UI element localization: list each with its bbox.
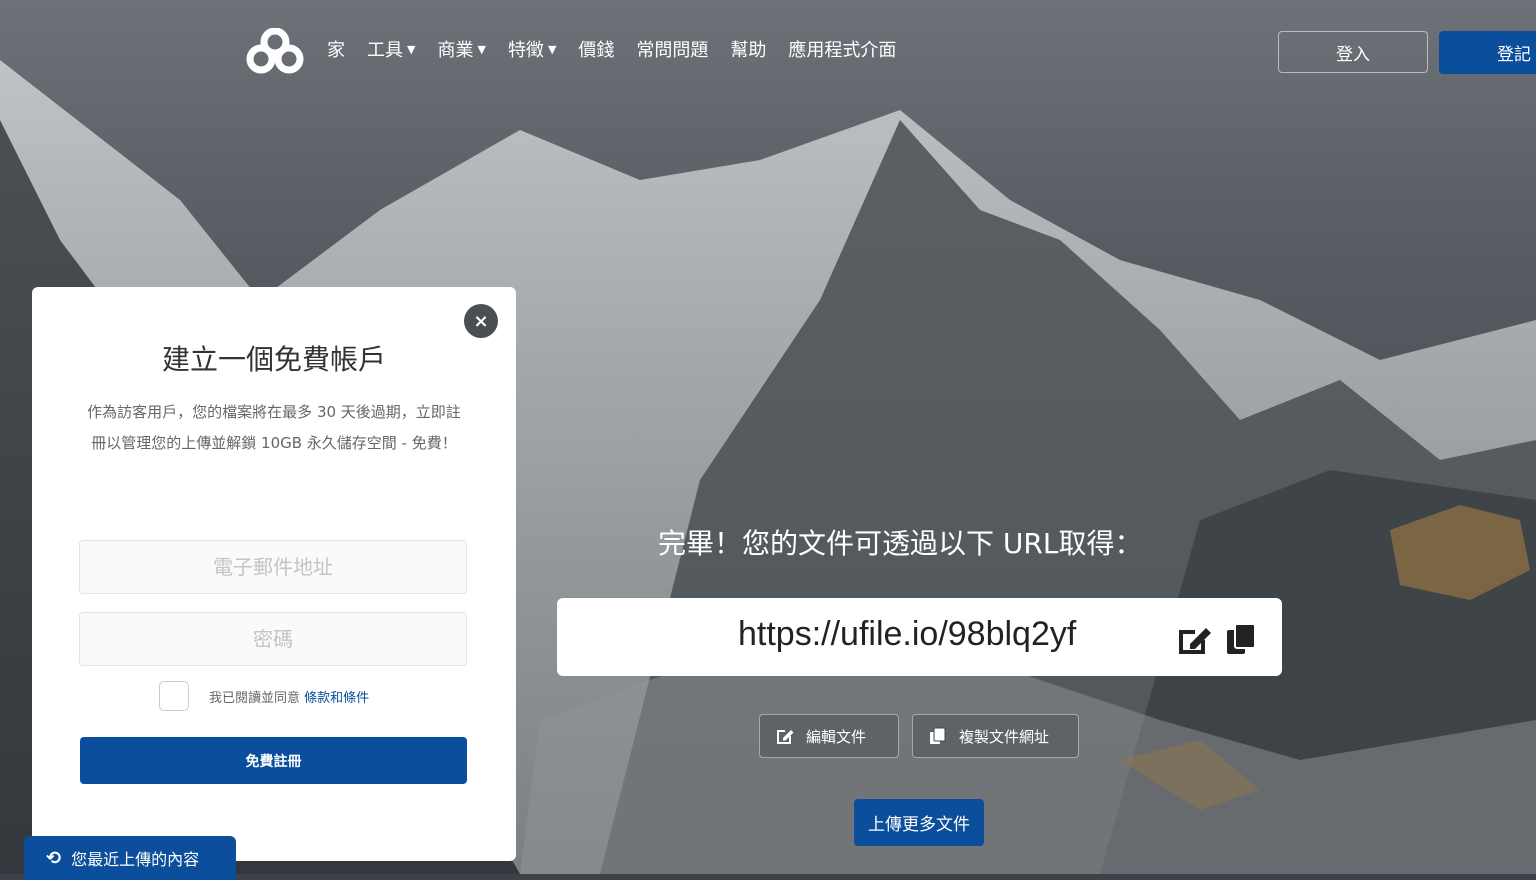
email-field[interactable] bbox=[79, 540, 467, 594]
nav-item-label: 商業 bbox=[437, 40, 474, 61]
nav-item-label: 特徵 bbox=[507, 40, 544, 61]
nav-item-7[interactable]: 應用程式介面 bbox=[788, 36, 896, 62]
main-menu: 家工具 ▼ 商業 ▼ 特徵 ▼ 價錢 常問問題 幫助 應用程式介面 bbox=[327, 36, 918, 62]
login-button[interactable]: 登入 bbox=[1278, 31, 1428, 73]
free-register-button[interactable]: 免費註冊 bbox=[80, 737, 467, 784]
upload-complete-message: 完畢！您的文件可透過以下 URL取得： bbox=[658, 527, 1143, 560]
nav-item-label: 家 bbox=[327, 40, 345, 61]
nav-item-5[interactable]: 常問問題 bbox=[636, 36, 708, 62]
signup-button[interactable]: 登記 bbox=[1439, 31, 1536, 74]
nav-item-label: 常問問題 bbox=[636, 40, 709, 61]
nav-item-4[interactable]: 價錢 bbox=[578, 36, 614, 62]
recent-uploads-label: 您最近上傳的內容 bbox=[71, 850, 200, 869]
agree-label: 我已閱讀並同意 條款和條件 bbox=[209, 687, 369, 706]
nav-item-label: 工具 bbox=[367, 40, 403, 61]
edit-file-button[interactable]: 編輯文件 bbox=[759, 714, 899, 758]
modal-description: 作為訪客用戶，您的檔案將在最多 30 天後過期，立即註冊以管理您的上傳並解鎖 1… bbox=[87, 403, 461, 452]
recent-uploads-tab[interactable]: ⟲ 您最近上傳的內容 bbox=[24, 836, 236, 880]
logo-icon[interactable] bbox=[246, 28, 304, 74]
chevron-down-icon: ▼ bbox=[477, 42, 486, 56]
nav-item-6[interactable]: 幫助 bbox=[730, 36, 766, 62]
copy-url-label: 複製文件網址 bbox=[959, 727, 1050, 746]
agree-text: 我已閱讀並同意 bbox=[209, 691, 301, 706]
copy-icon[interactable] bbox=[1225, 622, 1257, 656]
nav-item-label: 應用程式介面 bbox=[788, 40, 897, 61]
nav-item-3[interactable]: 特徵 ▼ bbox=[508, 36, 556, 62]
nav-item-label: 幫助 bbox=[730, 40, 767, 61]
copy-icon bbox=[930, 727, 946, 744]
copy-url-button[interactable]: 複製文件網址 bbox=[912, 714, 1079, 758]
chevron-down-icon: ▼ bbox=[547, 42, 557, 56]
nav-item-0[interactable]: 家 bbox=[327, 36, 345, 62]
upload-more-button[interactable]: 上傳更多文件 bbox=[854, 799, 984, 846]
edit-file-label: 編輯文件 bbox=[806, 727, 867, 746]
password-field[interactable] bbox=[79, 612, 467, 666]
history-icon: ⟲ bbox=[46, 847, 62, 869]
nav-item-label: 價錢 bbox=[578, 40, 615, 61]
terms-link[interactable]: 條款和條件 bbox=[304, 691, 369, 706]
nav-item-1[interactable]: 工具 ▼ bbox=[367, 36, 415, 62]
top-navigation: 家工具 ▼ 商業 ▼ 特徵 ▼ 價錢 常問問題 幫助 應用程式介面 登入 登記 bbox=[0, 0, 1536, 100]
close-icon[interactable]: × bbox=[464, 304, 498, 338]
file-url[interactable]: https://ufile.io/98blq2yf bbox=[738, 615, 1076, 654]
nav-item-2[interactable]: 商業 ▼ bbox=[437, 36, 485, 62]
edit-icon bbox=[777, 730, 794, 744]
modal-title: 建立一個免費帳戶 bbox=[161, 343, 386, 376]
edit-icon[interactable] bbox=[1176, 624, 1212, 656]
terms-checkbox[interactable] bbox=[159, 681, 189, 711]
chevron-down-icon: ▼ bbox=[407, 42, 416, 56]
